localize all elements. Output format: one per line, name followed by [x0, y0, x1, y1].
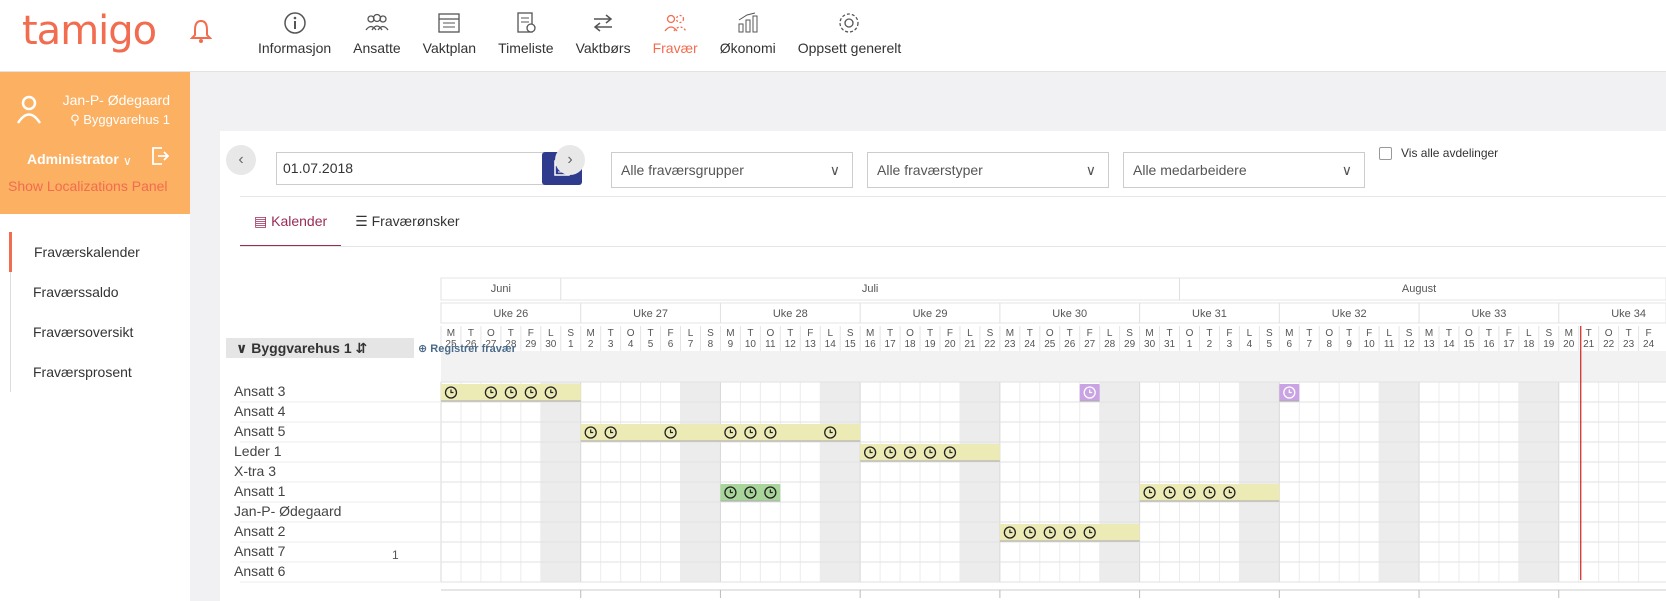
- employee-row-label[interactable]: Jan-P- Ødegaard: [234, 503, 341, 519]
- user-department: ⚲ Byggvarehus 1: [70, 112, 170, 128]
- top-bar: tamigo Informasjon Ansatte Vaktplan Time…: [0, 0, 1666, 72]
- list-icon: ☰: [355, 213, 368, 229]
- employee-row-label[interactable]: Ansatt 1: [234, 483, 285, 499]
- side-menu: Fraværskalender Fraværssaldo Fraværsover…: [9, 232, 181, 392]
- nav-label: Informasjon: [258, 40, 332, 56]
- chevron-down-icon[interactable]: ∨: [123, 154, 132, 168]
- chevron-down-icon: ∨: [1341, 162, 1352, 178]
- show-all-departments-checkbox[interactable]: [1379, 147, 1392, 160]
- employee-row-label[interactable]: Leder 1: [234, 443, 281, 459]
- main-content: ‹ 01.07.2018 › Alle fraværsgrupper ∨ Alle…: [220, 131, 1666, 601]
- prev-button[interactable]: ‹: [226, 145, 256, 175]
- nav-label: Timeliste: [498, 40, 554, 56]
- chevron-left-icon: ‹: [238, 151, 244, 168]
- tab-label: Fraværønsker: [371, 213, 460, 229]
- page-number: 1: [392, 548, 399, 562]
- show-all-departments-label: Vis alle avdelinger: [1401, 146, 1499, 160]
- bell-icon[interactable]: [190, 18, 212, 44]
- divider: [240, 246, 1666, 247]
- group-header[interactable]: ∨ Byggvarehus 1 ⇵: [226, 338, 414, 358]
- chevron-down-icon: ∨: [236, 340, 248, 356]
- user-role[interactable]: Administrator: [27, 151, 119, 167]
- department-label: Byggvarehus 1: [83, 112, 170, 127]
- nav-label: Fravær: [652, 40, 698, 56]
- register-label: Registrer fravær: [430, 343, 516, 355]
- sidebar-item-fravaerssaldo[interactable]: Fraværssaldo: [11, 272, 181, 312]
- plus-circle-icon: ⊕: [418, 343, 428, 355]
- calendar-icon: ▤: [254, 213, 268, 229]
- nav-okonomi[interactable]: Økonomi: [720, 0, 776, 72]
- select-value: Alle medarbeidere: [1133, 162, 1247, 178]
- employee-row-label[interactable]: X-tra 3: [234, 463, 276, 479]
- sidebar-item-fravaersprosent[interactable]: Fraværsprosent: [11, 352, 181, 392]
- employee-row-label[interactable]: Ansatt 2: [234, 523, 285, 539]
- people-icon: [365, 13, 389, 31]
- sidebar: Jan-P- Ødegaard ⚲ Byggvarehus 1 Administ…: [0, 72, 190, 601]
- nav-label: Vaktplan: [422, 40, 477, 56]
- economy-icon: [738, 12, 758, 33]
- tamigo-logo[interactable]: tamigo: [22, 8, 157, 54]
- divider: [240, 196, 1666, 197]
- employee-row-label[interactable]: Ansatt 3: [234, 383, 285, 399]
- user-panel: Jan-P- Ødegaard ⚲ Byggvarehus 1 Administ…: [0, 72, 190, 214]
- nav-oppsett[interactable]: Oppsett generelt: [797, 0, 902, 72]
- employee-row-label[interactable]: Ansatt 4: [234, 403, 285, 419]
- nav-vaktplan[interactable]: Vaktplan: [423, 0, 476, 72]
- sort-icon: ⇵: [355, 340, 368, 356]
- nav-label: Økonomi: [719, 40, 776, 56]
- chevron-right-icon: ›: [567, 151, 573, 168]
- tab-label: Kalender: [271, 213, 328, 229]
- timesheet-icon: [517, 12, 536, 33]
- user-name: Jan-P- Ødegaard: [62, 92, 170, 108]
- nav-label: Oppsett generelt: [797, 40, 902, 56]
- schedule-icon: [438, 13, 461, 33]
- tab-bar: ▤ Kalender ☰ Fraværønsker: [240, 211, 474, 247]
- nav-label: Ansatte: [353, 40, 401, 56]
- user-icon: [16, 95, 42, 124]
- nav-timeliste[interactable]: Timeliste: [498, 0, 554, 72]
- nav-label: Vaktbørs: [575, 40, 631, 56]
- sidebar-item-fravaerskalender[interactable]: Fraværskalender: [9, 232, 179, 272]
- absence-types-select[interactable]: Alle fraværstyper ∨: [867, 152, 1109, 188]
- employees-select[interactable]: Alle medarbeidere ∨: [1123, 152, 1365, 188]
- absence-groups-select[interactable]: Alle fraværsgrupper ∨: [611, 152, 853, 188]
- employee-row-label[interactable]: Ansatt 6: [234, 563, 285, 579]
- group-name: Byggvarehus 1: [251, 340, 352, 356]
- tab-kalender[interactable]: ▤ Kalender: [240, 211, 342, 247]
- nav-fravaer[interactable]: Fravær: [653, 0, 698, 72]
- employee-row-label[interactable]: Ansatt 5: [234, 423, 285, 439]
- nav-ansatte[interactable]: Ansatte: [353, 0, 401, 72]
- chevron-down-icon: ∨: [829, 162, 840, 178]
- gear-icon: [839, 13, 860, 33]
- select-value: Alle fraværstyper: [877, 162, 983, 178]
- register-absence-link[interactable]: ⊕ Registrer fravær: [418, 342, 516, 355]
- chevron-down-icon: ∨: [1085, 162, 1096, 178]
- tab-fravaeronsker[interactable]: ☰ Fraværønsker: [341, 211, 473, 247]
- date-input[interactable]: 01.07.2018: [276, 152, 554, 185]
- nav-informasjon[interactable]: Informasjon: [258, 0, 331, 72]
- nav-vaktbors[interactable]: Vaktbørs: [576, 0, 631, 72]
- localizations-panel-link[interactable]: Show Localizations Panel: [8, 178, 168, 194]
- swap-icon: [593, 14, 613, 32]
- location-pin-icon: ⚲: [70, 112, 80, 127]
- sidebar-item-fravaersoversikt[interactable]: Fraværsoversikt: [11, 312, 181, 352]
- main-nav: Informasjon Ansatte Vaktplan Timeliste V…: [258, 0, 923, 72]
- logout-icon[interactable]: [150, 146, 170, 166]
- info-icon: [283, 12, 306, 34]
- next-button[interactable]: ›: [555, 145, 585, 175]
- select-value: Alle fraværsgrupper: [621, 162, 744, 178]
- employee-row-label[interactable]: Ansatt 7: [234, 543, 285, 559]
- absence-icon: [664, 14, 687, 32]
